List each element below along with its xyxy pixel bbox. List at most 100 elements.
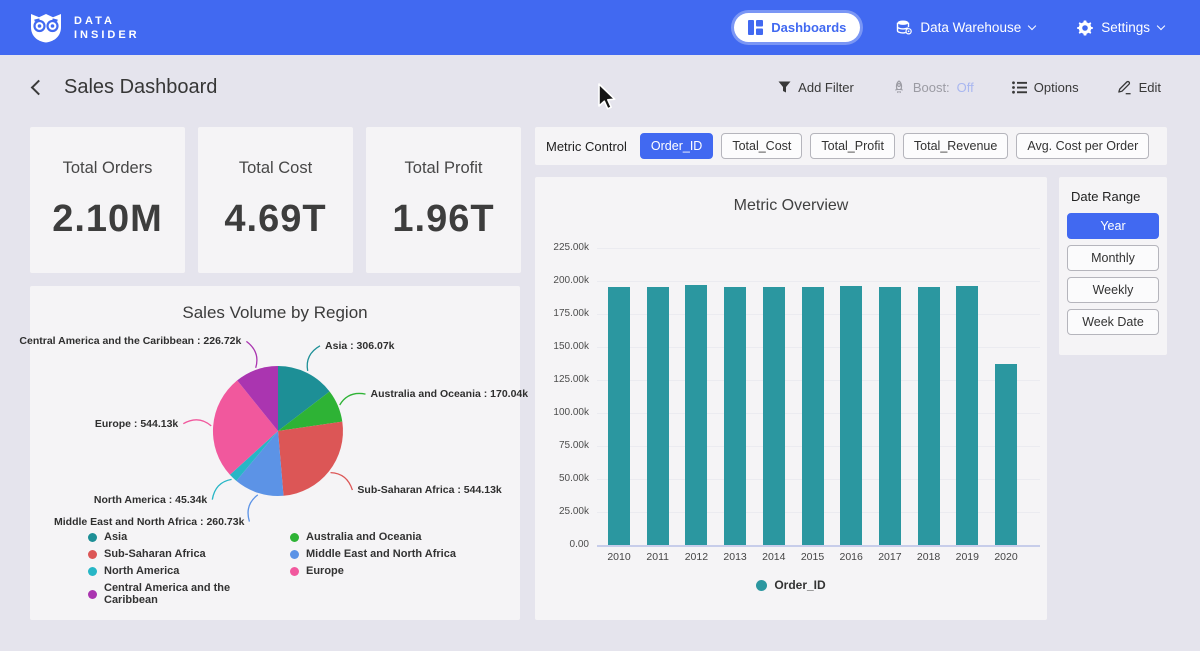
- metric-chip-order-id[interactable]: Order_ID: [640, 133, 713, 159]
- boost-toggle[interactable]: Boost: Off: [886, 79, 980, 96]
- bar-2013[interactable]: [724, 287, 746, 545]
- edit-label: Edit: [1139, 80, 1161, 95]
- pie-legend-item-australia-and-oceania[interactable]: Australia and Oceania: [290, 531, 456, 543]
- legend-dot: [756, 580, 767, 591]
- edit-pencil-icon: [1117, 80, 1132, 95]
- kpi-label: Total Profit: [405, 159, 483, 178]
- pie-legend-item-north-america[interactable]: North America: [88, 565, 282, 577]
- pie-label-australia-and-oceania: Australia and Oceania : 170.04k: [371, 388, 529, 400]
- metric-chip-total-cost[interactable]: Total_Cost: [721, 133, 802, 159]
- x-axis-label-2018: 2018: [909, 551, 949, 563]
- page-header: Sales Dashboard Add Filter Boost: Off Op…: [0, 55, 1200, 119]
- y-axis-tick: 225.00k: [537, 242, 589, 253]
- date-range-card: Date Range Year Monthly Weekly Week Date: [1059, 177, 1167, 355]
- pie-legend: Asia Australia and Oceania Sub-Saharan Afr…: [88, 531, 456, 606]
- kpi-card-total-orders: Total Orders 2.10M: [30, 127, 185, 273]
- y-axis-tick: 125.00k: [537, 374, 589, 385]
- bar-2016[interactable]: [840, 286, 862, 545]
- legend-dot: [290, 567, 299, 576]
- date-range-weekly[interactable]: Weekly: [1067, 277, 1159, 303]
- legend-label: Sub-Saharan Africa: [104, 548, 206, 560]
- add-filter-label: Add Filter: [798, 80, 854, 95]
- pie-legend-item-middle-east-and-north-africa[interactable]: Middle East and North Africa: [290, 548, 456, 560]
- bar-2014[interactable]: [763, 287, 785, 545]
- pie-label-europe: Europe : 544.13k: [95, 418, 178, 430]
- pie-label-central-america-and-the-caribbean: Central America and the Caribbean : 226.…: [19, 335, 241, 347]
- kpi-value: 2.10M: [52, 198, 163, 241]
- kpi-label: Total Orders: [63, 159, 153, 178]
- metric-control-options: Order_ID Total_Cost Total_Profit Total_Reve…: [640, 133, 1149, 159]
- edit-button[interactable]: Edit: [1111, 79, 1167, 96]
- bar-2011[interactable]: [647, 287, 669, 545]
- pie-legend-item-asia[interactable]: Asia: [88, 531, 282, 543]
- rocket-icon: [892, 80, 906, 95]
- add-filter-button[interactable]: Add Filter: [772, 79, 860, 96]
- legend-label: Australia and Oceania: [306, 531, 422, 543]
- metric-control-label: Metric Control: [546, 139, 627, 154]
- metric-chip-total-revenue[interactable]: Total_Revenue: [903, 133, 1008, 159]
- brand-line2: INSIDER: [74, 28, 140, 42]
- x-axis-label-2015: 2015: [793, 551, 833, 563]
- y-axis-tick: 100.00k: [537, 407, 589, 418]
- nav-dashboards-label: Dashboards: [771, 20, 846, 35]
- y-axis-tick: 25.00k: [537, 506, 589, 517]
- top-navbar: DATA INSIDER Dashboards Data Warehouse: [0, 0, 1200, 55]
- date-range-week-date[interactable]: Week Date: [1067, 309, 1159, 335]
- nav-settings-button[interactable]: Settings: [1071, 19, 1170, 37]
- back-button[interactable]: [31, 79, 47, 95]
- bar-2019[interactable]: [956, 286, 978, 545]
- legend-dot: [88, 550, 97, 559]
- chevron-down-icon: [1028, 21, 1036, 29]
- gridline: [597, 281, 1040, 282]
- page-title: Sales Dashboard: [64, 76, 217, 99]
- bar-2015[interactable]: [802, 287, 824, 545]
- gear-icon: [1077, 20, 1093, 36]
- pie-legend-item-europe[interactable]: Europe: [290, 565, 456, 577]
- date-range-label: Date Range: [1071, 189, 1159, 204]
- pie-legend-item-sub-saharan-africa[interactable]: Sub-Saharan Africa: [88, 548, 282, 560]
- bar-2010[interactable]: [608, 287, 630, 545]
- legend-dot: [290, 550, 299, 559]
- list-options-icon: [1012, 81, 1027, 94]
- boost-value: Off: [957, 80, 974, 95]
- x-axis-label-2013: 2013: [715, 551, 755, 563]
- options-button[interactable]: Options: [1006, 79, 1085, 96]
- dashboard-grid-icon: [748, 20, 763, 35]
- legend-dot: [88, 533, 97, 542]
- date-range-options: Year Monthly Weekly Week Date: [1067, 213, 1159, 335]
- date-range-monthly[interactable]: Monthly: [1067, 245, 1159, 271]
- nav-data-warehouse-button[interactable]: Data Warehouse: [890, 19, 1041, 36]
- bar-2020[interactable]: [995, 364, 1017, 545]
- bar-chart-legend-item[interactable]: Order_ID: [535, 578, 1047, 592]
- options-label: Options: [1034, 80, 1079, 95]
- date-range-year[interactable]: Year: [1067, 213, 1159, 239]
- kpi-card-total-profit: Total Profit 1.96T: [366, 127, 521, 273]
- bar-2018[interactable]: [918, 287, 940, 545]
- metric-chip-total-profit[interactable]: Total_Profit: [810, 133, 895, 159]
- bar-chart-plot: [597, 248, 1040, 545]
- brand: DATA INSIDER: [28, 12, 140, 43]
- x-axis-label-2016: 2016: [831, 551, 871, 563]
- chevron-down-icon: [1157, 21, 1165, 29]
- kpi-value: 4.69T: [224, 198, 326, 241]
- owl-logo-icon: [28, 12, 64, 43]
- x-axis-label-2017: 2017: [870, 551, 910, 563]
- kpi-value: 1.96T: [392, 198, 494, 241]
- metric-chip-avg-cost-per-order[interactable]: Avg. Cost per Order: [1016, 133, 1149, 159]
- legend-label: Asia: [104, 531, 127, 543]
- pie-legend-item-central-america-and-the-caribbean[interactable]: Central America and the Caribbean: [88, 582, 282, 606]
- pie-label-middle-east-and-north-africa: Middle East and North Africa : 260.73k: [54, 516, 244, 528]
- y-axis-tick: 75.00k: [537, 440, 589, 451]
- legend-label: Middle East and North Africa: [306, 548, 456, 560]
- legend-label: Order_ID: [774, 578, 825, 592]
- x-axis-label-2011: 2011: [638, 551, 678, 563]
- bar-2012[interactable]: [685, 285, 707, 545]
- y-axis-tick: 200.00k: [537, 275, 589, 286]
- database-icon: [896, 20, 912, 35]
- nav-dashboards-button[interactable]: Dashboards: [734, 13, 860, 42]
- gridline: [597, 248, 1040, 249]
- boost-label: Boost:: [913, 80, 950, 95]
- legend-label: Europe: [306, 565, 344, 577]
- bar-2017[interactable]: [879, 287, 901, 545]
- pie-label-north-america: North America : 45.34k: [94, 494, 207, 506]
